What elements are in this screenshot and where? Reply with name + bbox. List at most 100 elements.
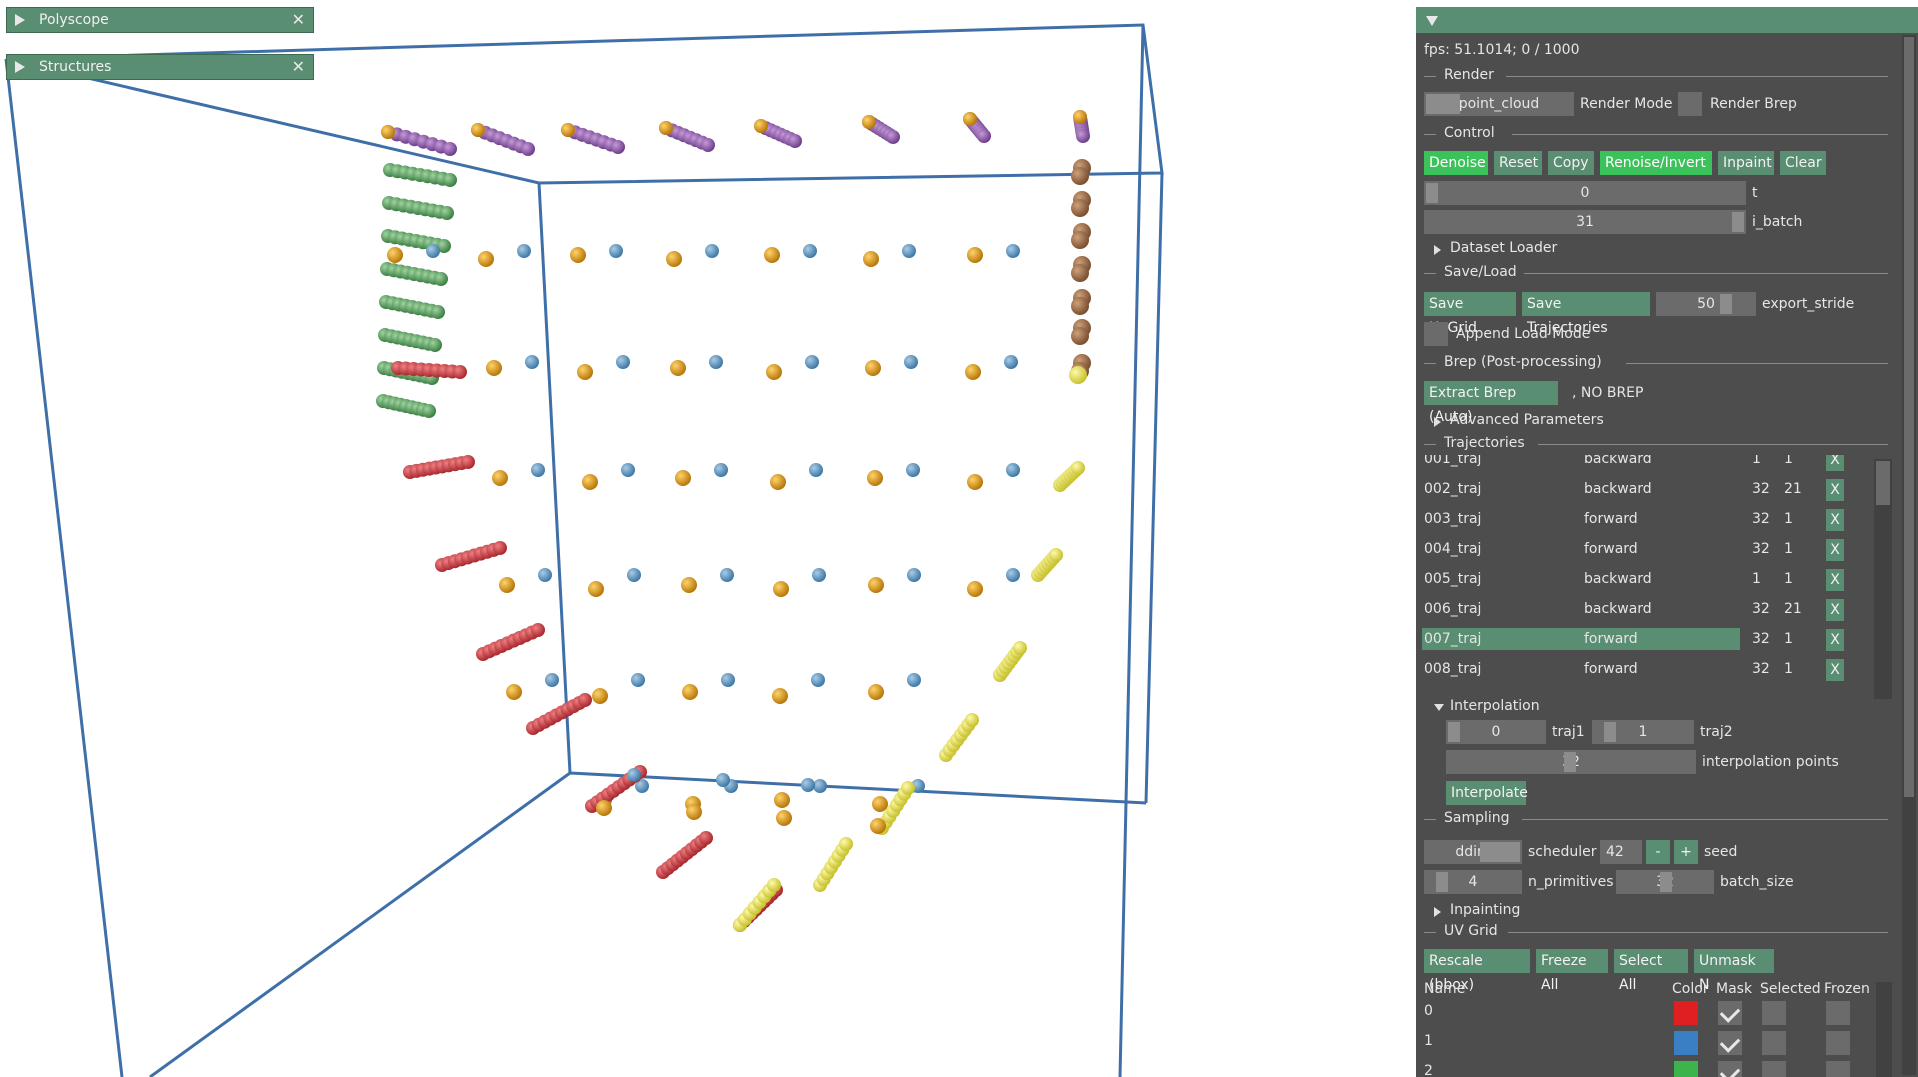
- trajectory-row[interactable]: 002_traj backward 32 21 X: [1416, 477, 1896, 503]
- collapse-arrow-icon[interactable]: [1434, 704, 1444, 711]
- expand-arrow-icon[interactable]: [1434, 417, 1441, 427]
- delete-trajectory-button[interactable]: X: [1826, 539, 1844, 561]
- column-frozen: Frozen: [1824, 981, 1870, 997]
- delete-trajectory-button[interactable]: X: [1826, 659, 1844, 681]
- rescale-bbox-button[interactable]: Rescale (bbox): [1424, 949, 1530, 993]
- render-mode-combo[interactable]: point_cloud: [1424, 92, 1574, 116]
- section-uvgrid[interactable]: UV Grid: [1444, 923, 1498, 939]
- frozen-checkbox[interactable]: [1826, 1031, 1850, 1055]
- mask-checkbox[interactable]: [1718, 1001, 1742, 1025]
- section-sampling[interactable]: Sampling: [1444, 810, 1510, 826]
- section-render[interactable]: Render: [1444, 67, 1494, 83]
- ibatch-slider[interactable]: 31: [1424, 210, 1746, 234]
- separator: [1512, 134, 1888, 135]
- delete-trajectory-button[interactable]: X: [1826, 599, 1844, 621]
- section-brep[interactable]: Brep (Post-processing): [1444, 354, 1602, 370]
- panel-header[interactable]: [1416, 7, 1918, 33]
- orange-point: [770, 474, 786, 490]
- slider-grab[interactable]: [1732, 212, 1744, 232]
- collapse-icon[interactable]: [1426, 16, 1438, 26]
- render-brep-checkbox[interactable]: [1678, 92, 1702, 116]
- select-all-button[interactable]: Select All: [1614, 949, 1688, 993]
- batch-size-slider[interactable]: 32: [1616, 870, 1714, 894]
- delete-trajectory-button[interactable]: X: [1826, 455, 1844, 471]
- seed-decrement-button[interactable]: -: [1646, 840, 1670, 864]
- color-swatch[interactable]: [1674, 1031, 1698, 1055]
- traj2-slider[interactable]: 1: [1592, 720, 1694, 744]
- clear-button[interactable]: Clear: [1780, 151, 1826, 175]
- renoise-invert-button[interactable]: Renoise/Invert: [1600, 151, 1712, 175]
- trajectory-row[interactable]: 005_traj backward 1 1 X: [1416, 567, 1896, 593]
- section-trajectories[interactable]: Trajectories: [1444, 435, 1525, 451]
- interpolation-header[interactable]: Interpolation: [1450, 698, 1540, 714]
- color-swatch[interactable]: [1674, 1001, 1698, 1025]
- denoise-button[interactable]: Denoise: [1424, 151, 1488, 175]
- advanced-parameters-header[interactable]: Advanced Parameters: [1450, 412, 1604, 428]
- save-uvgrid-button[interactable]: Save UvGrid: [1424, 292, 1516, 336]
- delete-trajectory-button[interactable]: X: [1826, 479, 1844, 501]
- delete-trajectory-button[interactable]: X: [1826, 629, 1844, 651]
- seed-input[interactable]: 42: [1600, 840, 1642, 864]
- panel-scrollbar[interactable]: [1902, 35, 1916, 1075]
- slider-grab[interactable]: [1604, 722, 1616, 742]
- interpolation-points-slider[interactable]: 32: [1446, 750, 1696, 774]
- frozen-checkbox[interactable]: [1826, 1001, 1850, 1025]
- inpainting-header[interactable]: Inpainting: [1450, 902, 1520, 918]
- reset-button[interactable]: Reset: [1494, 151, 1542, 175]
- slider-grab[interactable]: [1660, 872, 1672, 892]
- trajectory-scrollbar[interactable]: [1874, 459, 1892, 699]
- structures-window-header[interactable]: Structures ✕: [6, 54, 314, 80]
- trajectory-row[interactable]: 007_traj forward 32 1 X: [1416, 627, 1896, 653]
- slider-grab[interactable]: [1564, 752, 1576, 772]
- append-load-mode-checkbox[interactable]: [1424, 322, 1448, 346]
- trajectory-row[interactable]: 001_traj backward 1 1 X: [1416, 455, 1896, 473]
- expand-arrow-icon[interactable]: [1434, 907, 1441, 917]
- interpolate-button[interactable]: Interpolate: [1446, 781, 1528, 805]
- t-slider[interactable]: 0: [1424, 181, 1746, 205]
- section-control[interactable]: Control: [1444, 125, 1495, 141]
- selected-checkbox[interactable]: [1762, 1001, 1786, 1025]
- dataset-loader-header[interactable]: Dataset Loader: [1450, 240, 1557, 256]
- scrollbar-thumb[interactable]: [1876, 461, 1890, 505]
- trajectory-row[interactable]: 006_traj backward 32 21 X: [1416, 597, 1896, 623]
- slider-grab[interactable]: [1426, 183, 1438, 203]
- frozen-checkbox[interactable]: [1826, 1061, 1850, 1077]
- column-color: Color: [1672, 981, 1709, 997]
- section-saveload[interactable]: Save/Load: [1444, 264, 1517, 280]
- n-primitives-slider[interactable]: 4: [1424, 870, 1522, 894]
- uvgrid-scrollbar[interactable]: [1876, 982, 1892, 1077]
- selected-checkbox[interactable]: [1762, 1031, 1786, 1055]
- expand-arrow-icon[interactable]: [1434, 245, 1441, 255]
- trajectory-row[interactable]: 008_traj forward 32 1 X: [1416, 657, 1896, 683]
- extract-brep-button[interactable]: Extract Brep (Auto): [1424, 381, 1558, 425]
- expand-icon[interactable]: [15, 14, 25, 26]
- save-trajectories-button[interactable]: Save Trajectories: [1522, 292, 1650, 336]
- inpaint-button[interactable]: Inpaint: [1718, 151, 1774, 175]
- trajectory-row[interactable]: 004_traj forward 32 1 X: [1416, 537, 1896, 563]
- slider-grab[interactable]: [1720, 294, 1732, 314]
- slider-grab[interactable]: [1436, 872, 1448, 892]
- green-point: [440, 206, 454, 220]
- traj1-slider[interactable]: 0: [1446, 720, 1546, 744]
- delete-trajectory-button[interactable]: X: [1826, 569, 1844, 591]
- delete-trajectory-button[interactable]: X: [1826, 509, 1844, 531]
- trajectory-list[interactable]: 001_traj backward 1 1 X 002_traj backward 32 21 X…: [1416, 455, 1896, 703]
- freeze-all-button[interactable]: Freeze All: [1536, 949, 1608, 993]
- scrollbar-thumb[interactable]: [1904, 37, 1914, 797]
- mask-checkbox[interactable]: [1718, 1061, 1742, 1077]
- close-icon[interactable]: ✕: [292, 57, 305, 76]
- export-stride-slider[interactable]: 50: [1656, 292, 1756, 316]
- mask-checkbox[interactable]: [1718, 1031, 1742, 1055]
- expand-icon[interactable]: [15, 61, 25, 73]
- close-icon[interactable]: ✕: [292, 10, 305, 29]
- seed-increment-button[interactable]: +: [1674, 840, 1698, 864]
- polyscope-window-header[interactable]: Polyscope ✕: [6, 7, 314, 33]
- unmask-n-button[interactable]: Unmask N: [1694, 949, 1774, 993]
- slider-grab[interactable]: [1448, 722, 1460, 742]
- color-swatch[interactable]: [1674, 1061, 1698, 1077]
- scheduler-combo[interactable]: ddim: [1424, 840, 1522, 864]
- selected-checkbox[interactable]: [1762, 1061, 1786, 1077]
- trajectory-row[interactable]: 003_traj forward 32 1 X: [1416, 507, 1896, 533]
- copy-button[interactable]: Copy: [1548, 151, 1594, 175]
- blue-point: [538, 568, 552, 582]
